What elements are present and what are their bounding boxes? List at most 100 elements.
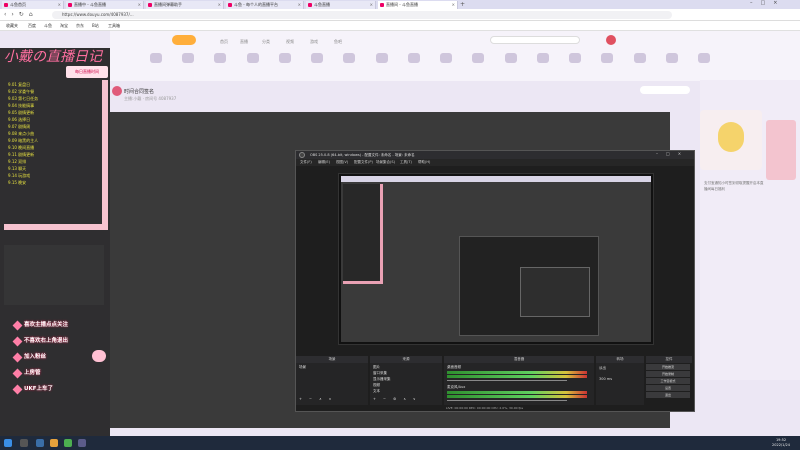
scene-toolbar[interactable]: + − ∧ ∨ (299, 397, 334, 401)
bookmark-item[interactable]: 工具箱 (108, 23, 120, 29)
browser-tab[interactable]: 直播中 - 斗鱼直播 × (66, 1, 144, 9)
ad-banner[interactable] (700, 110, 762, 170)
category-icon[interactable] (536, 53, 549, 63)
bookmark-item[interactable]: 京东 (76, 23, 84, 29)
close-icon[interactable]: × (370, 1, 373, 9)
bookmark-item[interactable]: 百度 (28, 23, 36, 29)
category-icon[interactable] (601, 53, 614, 63)
category-icon[interactable] (375, 53, 388, 63)
side-gift-banner[interactable] (766, 120, 796, 180)
close-icon[interactable]: × (298, 1, 301, 9)
category-icon[interactable] (150, 53, 162, 63)
schedule-item: 9.08 来点小曲 (8, 131, 35, 136)
new-tab-button[interactable]: + (460, 1, 465, 8)
studio-mode-button[interactable]: 工作室模式 (646, 378, 690, 384)
room-title: 时间合同签名 (124, 89, 155, 95)
browser-tab[interactable]: 直播间弹幕助手 × (146, 1, 224, 9)
obs-icon[interactable] (78, 439, 86, 447)
schedule-ribbon: 每日直播时间 (66, 66, 108, 78)
nav-arrows-icon[interactable]: ‹›↻⌂ (4, 11, 38, 18)
transition-select[interactable]: 淡出 (599, 366, 606, 371)
search-icon[interactable] (20, 439, 28, 447)
follow-button[interactable] (640, 86, 690, 94)
category-icon[interactable] (665, 53, 678, 63)
windows-start-icon[interactable] (4, 439, 12, 447)
browser-tab[interactable]: 斗鱼 - 每个人的直播平台 × (226, 1, 304, 9)
category-icon[interactable] (633, 53, 646, 63)
category-icon[interactable] (182, 53, 195, 63)
close-icon[interactable]: × (452, 1, 455, 9)
category-icon[interactable] (472, 53, 485, 63)
category-icon[interactable] (407, 53, 420, 63)
bookmark-item[interactable]: 收藏夹 (6, 23, 18, 29)
source-item[interactable]: 显示器采集 (373, 377, 391, 382)
streamer-avatar[interactable] (112, 86, 122, 96)
bookmark-item[interactable]: B站 (92, 23, 99, 29)
category-icon[interactable] (214, 53, 227, 63)
obs-window: OBS 25.0.8 (64-bit, windows) - 配置文件: 未命名… (295, 150, 695, 412)
category-icon[interactable] (278, 53, 291, 63)
category-icon[interactable] (504, 53, 517, 63)
nav-item[interactable]: 首页 (220, 39, 228, 45)
menu-edit[interactable]: 编辑(E) (318, 160, 330, 165)
obs-preview[interactable] (338, 173, 654, 345)
menu-help[interactable]: 帮助(H) (418, 160, 430, 165)
close-icon[interactable]: × (58, 1, 61, 9)
nav-item[interactable]: 分类 (262, 39, 270, 45)
site-logo[interactable] (172, 35, 196, 45)
category-icon[interactable] (246, 53, 259, 63)
close-icon[interactable]: × (218, 1, 221, 9)
menu-tools[interactable]: 工具(T) (400, 160, 412, 165)
browser-tab[interactable]: 斗鱼首页 × (2, 1, 64, 9)
menu-profile[interactable]: 配置文件(P) (354, 160, 373, 165)
source-item[interactable]: 视频 (373, 383, 380, 388)
browser-tab-active[interactable]: 直播间 - 斗鱼直播 × (378, 1, 458, 9)
source-toolbar[interactable]: + − ⚙ ∧ ∨ (373, 397, 419, 401)
nav-item[interactable]: 直播 (240, 39, 248, 45)
source-item[interactable]: 窗口采集 (373, 371, 387, 376)
site-nav: 首页 直播 分类 视频 游戏 鱼吧 (110, 31, 800, 81)
mixer-channel-label: 麦克风/Aux (447, 385, 466, 389)
category-icon[interactable] (311, 53, 324, 63)
start-recording-button[interactable]: 开始录制 (646, 371, 690, 377)
exit-button[interactable]: 退出 (646, 392, 690, 398)
scene-item[interactable]: 场景 (299, 365, 306, 370)
volume-slider[interactable] (447, 400, 567, 401)
close-icon[interactable]: × (138, 1, 141, 9)
menu-file[interactable]: 文件(F) (300, 160, 312, 165)
settings-button[interactable]: 设置 (646, 385, 690, 391)
obs-status-bar: LIVE: 00:00:00 REC: 00:00:00 CPU: 2.0%, … (446, 406, 524, 410)
menu-scene-collection[interactable]: 场景集合(S) (376, 160, 395, 165)
transition-duration[interactable]: 300 ms (599, 377, 612, 381)
source-item[interactable]: 图片 (373, 365, 380, 370)
folder-icon[interactable] (50, 439, 58, 447)
nav-item[interactable]: 视频 (286, 39, 294, 45)
browser-tab-bar: 斗鱼首页 × 直播中 - 斗鱼直播 × 直播间弹幕助手 × 斗鱼 - 每个人的直播平台… (0, 0, 800, 9)
overlay-tip: 不喜欢右上角退出 (24, 338, 69, 344)
category-icon[interactable] (440, 53, 453, 63)
browser-tab[interactable]: 斗鱼直播 × (306, 1, 376, 9)
avatar[interactable] (606, 35, 616, 45)
schedule-board: 9.01 复盘日 9.02 学委午餐 9.03 第七日任务 9.04 技能搞事 … (4, 80, 108, 230)
bookmark-item[interactable]: 斗鱼 (44, 23, 52, 29)
preview-nested-obs (459, 236, 599, 336)
nav-item[interactable]: 鱼吧 (334, 39, 342, 45)
category-icon[interactable] (569, 53, 582, 63)
site-search-input[interactable] (490, 36, 580, 44)
overlay-title: 小戴の直播日记 (4, 49, 102, 65)
window-controls[interactable]: –□× (750, 0, 785, 6)
bookmark-item[interactable]: 淘宝 (60, 23, 68, 29)
taskbar-app-icon[interactable] (36, 439, 44, 447)
volume-slider[interactable] (447, 380, 567, 381)
preview-nested-obs-inner (520, 267, 590, 317)
category-icon[interactable] (343, 53, 356, 63)
browser-icon[interactable] (64, 439, 72, 447)
start-streaming-button[interactable]: 开始推流 (646, 364, 690, 370)
menu-view[interactable]: 视图(V) (336, 160, 348, 165)
schedule-item: 9.01 复盘日 (8, 82, 31, 87)
category-icon[interactable] (697, 53, 710, 63)
source-item[interactable]: 文本 (373, 389, 380, 394)
nav-item[interactable]: 游戏 (310, 39, 318, 45)
obs-window-controls[interactable]: –□× (656, 151, 689, 156)
url-input[interactable]: https://www.douyu.com/4087937/... (52, 11, 672, 19)
